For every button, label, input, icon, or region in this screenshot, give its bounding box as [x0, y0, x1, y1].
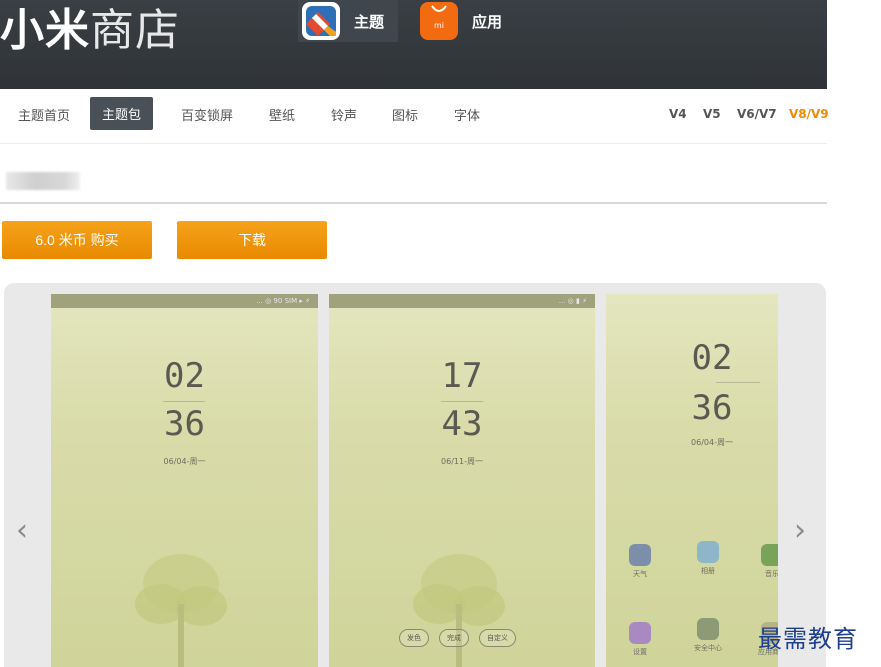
theme-icon — [302, 2, 340, 40]
clock-hour: 02 — [691, 338, 733, 378]
app-label: 天气 — [633, 570, 647, 578]
clock-minute: 36 — [691, 388, 733, 428]
nav-item-wallpaper[interactable]: 壁纸 — [269, 105, 295, 124]
clock-divider — [441, 401, 483, 402]
version-v5[interactable]: V5 — [703, 107, 721, 121]
lock-date: 06/04-周一 — [163, 457, 206, 466]
theme-tab-label: 主题 — [354, 12, 385, 31]
app-security[interactable]: 安全中心 — [688, 618, 728, 653]
mi-icon-text: mi — [433, 20, 444, 30]
lockscreen-buttons: 发色 完成 自定义 — [399, 629, 516, 647]
customize-button[interactable]: 自定义 — [479, 629, 516, 647]
app-music[interactable]: 音乐 — [752, 544, 778, 579]
watermark-text: 最需教育 — [758, 625, 858, 653]
status-icons: ... ◎ 90 SIM ▸ ⚡ — [256, 297, 310, 305]
app-weather[interactable]: 天气 — [620, 544, 660, 579]
home-date: 06/04-周一 — [691, 438, 733, 447]
weather-icon — [629, 544, 651, 566]
tree-illustration-icon — [135, 554, 227, 667]
status-icons: ... ◎ ▮ ⚡ — [558, 297, 587, 305]
mi-app-icon: mi — [420, 2, 458, 40]
blurred-theme-title — [6, 172, 80, 190]
header-tab-theme[interactable]: 主题 — [298, 0, 398, 42]
theme-screenshot-1[interactable]: ... ◎ 90 SIM ▸ ⚡ 02 36 06/04-周一 — [51, 294, 318, 667]
app-label: 相册 — [701, 567, 715, 575]
clock-minute: 43 — [441, 404, 483, 444]
nav-item-ringtone[interactable]: 铃声 — [331, 105, 357, 124]
store-logo[interactable]: 小米商店 — [0, 0, 180, 58]
nav-item-theme-pack[interactable]: 主题包 — [90, 97, 154, 130]
logo-bold-text: 小米 — [0, 5, 90, 56]
section-divider — [0, 202, 827, 204]
logo-light-text: 商店 — [90, 5, 180, 56]
theme-screenshot-3[interactable]: 02 36 06/04-周一 天气 相册 音乐 设置 安全中心 应用商店 — [606, 294, 778, 667]
color-button[interactable]: 发色 — [399, 629, 429, 647]
nav-item-home[interactable]: 主题首页 — [18, 105, 70, 124]
clock-hour: 17 — [441, 356, 483, 396]
next-arrow-icon[interactable]: › — [794, 513, 806, 548]
category-nav: 主题首页 主题包 百变锁屏 壁纸 铃声 图标 字体 V4 V5 V6/V7 V8… — [0, 89, 829, 144]
version-v6-v7[interactable]: V6/V7 — [737, 107, 777, 121]
clock-divider — [163, 401, 205, 402]
nav-item-lockscreen[interactable]: 百变锁屏 — [181, 105, 233, 124]
store-header: 小米商店 主题 mi 应用 — [0, 0, 827, 89]
gallery-icon — [697, 541, 719, 563]
nav-item-font[interactable]: 字体 — [454, 105, 480, 124]
prev-arrow-icon[interactable]: ‹ — [16, 513, 28, 548]
clock-divider — [716, 382, 760, 383]
app-label: 安全中心 — [694, 644, 722, 652]
app-label: 音乐 — [765, 570, 778, 578]
lock-date: 06/11-周一 — [441, 457, 483, 466]
tree-illustration-icon — [413, 554, 505, 667]
clock-minute: 36 — [164, 404, 205, 444]
clock-hour: 02 — [164, 356, 205, 396]
security-icon — [697, 618, 719, 640]
header-tab-app[interactable]: mi 应用 — [420, 0, 502, 42]
screenshot-gallery: ‹ › ... ◎ 90 SIM ▸ ⚡ 02 36 06/04-周一 ... … — [4, 283, 826, 667]
app-settings[interactable]: 设置 — [620, 622, 660, 657]
download-button[interactable]: 下载 — [177, 221, 327, 259]
status-bar: ... ◎ ▮ ⚡ — [329, 294, 595, 308]
version-v8-v9[interactable]: V8/V9 — [789, 107, 829, 121]
app-gallery[interactable]: 相册 — [688, 541, 728, 576]
nav-item-icon[interactable]: 图标 — [392, 105, 418, 124]
app-label: 设置 — [633, 648, 647, 656]
version-v4[interactable]: V4 — [669, 107, 687, 121]
done-button[interactable]: 完成 — [439, 629, 469, 647]
theme-screenshot-2[interactable]: ... ◎ ▮ ⚡ 17 43 06/11-周一 发色 完成 自定义 — [329, 294, 595, 667]
music-icon — [761, 544, 778, 566]
app-tab-label: 应用 — [472, 12, 503, 31]
settings-icon — [629, 622, 651, 644]
status-bar: ... ◎ 90 SIM ▸ ⚡ — [51, 294, 318, 308]
buy-button[interactable]: 6.0 米币 购买 — [2, 221, 152, 259]
